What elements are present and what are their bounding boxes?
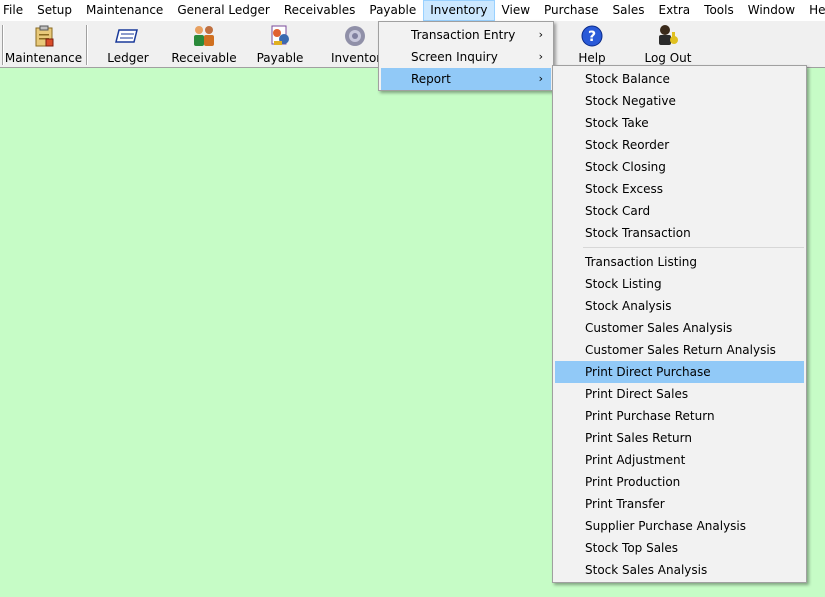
- menu-inventory[interactable]: Inventory: [423, 0, 495, 21]
- maintenance-label: Maintenance: [4, 51, 83, 65]
- submenu-arrow-icon: ›: [538, 72, 543, 85]
- logout-person-icon: [655, 24, 681, 48]
- help-button[interactable]: ? Help: [570, 23, 614, 67]
- menu-item-stock-sales-analysis[interactable]: Stock Sales Analysis: [555, 559, 804, 581]
- svg-text:?: ?: [588, 29, 596, 45]
- menu-receivables[interactable]: Receivables: [277, 0, 363, 21]
- menu-window[interactable]: Window: [741, 0, 802, 21]
- menu-item-stock-reorder[interactable]: Stock Reorder: [555, 134, 804, 156]
- menu-item-stock-balance[interactable]: Stock Balance: [555, 68, 804, 90]
- menu-payable[interactable]: Payable: [362, 0, 423, 21]
- menu-item-transaction-entry[interactable]: Transaction Entry ›: [381, 24, 551, 46]
- menu-bar: File Setup Maintenance General Ledger Re…: [0, 0, 825, 21]
- menu-item-print-production[interactable]: Print Production: [555, 471, 804, 493]
- inventory-dropdown: Transaction Entry › Screen Inquiry › Rep…: [378, 21, 554, 91]
- menu-item-stock-excess[interactable]: Stock Excess: [555, 178, 804, 200]
- menu-item-stock-analysis[interactable]: Stock Analysis: [555, 295, 804, 317]
- menu-item-customer-sales-analysis[interactable]: Customer Sales Analysis: [555, 317, 804, 339]
- inventory-button[interactable]: Inventory: [326, 23, 388, 67]
- receivable-label: Receivable: [171, 51, 237, 65]
- ledger-button[interactable]: Ledger: [100, 23, 156, 67]
- menu-item-print-purchase-return[interactable]: Print Purchase Return: [555, 405, 804, 427]
- help-label: Help: [578, 51, 606, 65]
- menu-general-ledger[interactable]: General Ledger: [170, 0, 277, 21]
- receivable-button[interactable]: Receivable: [170, 23, 238, 67]
- menu-item-report[interactable]: Report ›: [381, 68, 551, 90]
- logout-button[interactable]: Log Out: [640, 23, 696, 67]
- menu-item-print-direct-sales[interactable]: Print Direct Sales: [555, 383, 804, 405]
- logout-label: Log Out: [644, 51, 692, 65]
- ledger-book-icon: [115, 24, 141, 48]
- payable-label: Payable: [256, 51, 304, 65]
- menu-extra[interactable]: Extra: [651, 0, 697, 21]
- report-submenu: Stock Balance Stock Negative Stock Take Sto…: [552, 65, 807, 583]
- menu-help[interactable]: Help: [802, 0, 825, 21]
- menu-item-label: Report: [411, 72, 451, 86]
- menu-item-stock-card[interactable]: Stock Card: [555, 200, 804, 222]
- payable-icon: [267, 24, 293, 48]
- menu-maintenance[interactable]: Maintenance: [79, 0, 170, 21]
- menu-setup[interactable]: Setup: [30, 0, 79, 21]
- menu-item-supplier-purchase-analysis[interactable]: Supplier Purchase Analysis: [555, 515, 804, 537]
- menu-item-print-transfer[interactable]: Print Transfer: [555, 493, 804, 515]
- menu-item-customer-sales-return-analysis[interactable]: Customer Sales Return Analysis: [555, 339, 804, 361]
- menu-file[interactable]: File: [0, 0, 30, 21]
- ledger-label: Ledger: [107, 51, 149, 65]
- menu-item-label: Transaction Entry: [411, 28, 516, 42]
- menu-item-print-sales-return[interactable]: Print Sales Return: [555, 427, 804, 449]
- menu-item-label: Screen Inquiry: [411, 50, 498, 64]
- people-icon: [191, 24, 217, 48]
- toolbar-separator: [2, 25, 4, 65]
- menu-separator: [583, 247, 804, 248]
- menu-item-print-direct-purchase[interactable]: Print Direct Purchase: [555, 361, 804, 383]
- clipboard-icon: [31, 24, 57, 48]
- menu-item-stock-take[interactable]: Stock Take: [555, 112, 804, 134]
- menu-purchase[interactable]: Purchase: [537, 0, 606, 21]
- menu-tools[interactable]: Tools: [697, 0, 741, 21]
- submenu-arrow-icon: ›: [538, 50, 543, 63]
- payable-button[interactable]: Payable: [252, 23, 308, 67]
- gear-icon: [342, 24, 368, 48]
- help-icon: ?: [579, 24, 605, 48]
- menu-view[interactable]: View: [495, 0, 537, 21]
- menu-item-stock-listing[interactable]: Stock Listing: [555, 273, 804, 295]
- maintenance-button[interactable]: Maintenance: [4, 23, 83, 67]
- submenu-arrow-icon: ›: [538, 28, 543, 41]
- toolbar-separator: [86, 25, 88, 65]
- menu-item-stock-negative[interactable]: Stock Negative: [555, 90, 804, 112]
- menu-item-stock-closing[interactable]: Stock Closing: [555, 156, 804, 178]
- menu-item-stock-transaction[interactable]: Stock Transaction: [555, 222, 804, 244]
- menu-item-screen-inquiry[interactable]: Screen Inquiry ›: [381, 46, 551, 68]
- menu-item-transaction-listing[interactable]: Transaction Listing: [555, 251, 804, 273]
- menu-sales[interactable]: Sales: [606, 0, 652, 21]
- menu-item-print-adjustment[interactable]: Print Adjustment: [555, 449, 804, 471]
- menu-item-stock-top-sales[interactable]: Stock Top Sales: [555, 537, 804, 559]
